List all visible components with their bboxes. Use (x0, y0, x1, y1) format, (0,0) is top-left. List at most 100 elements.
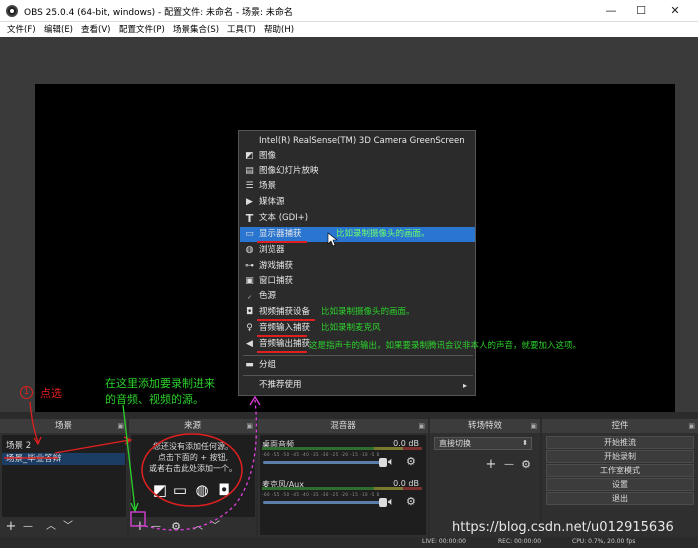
menu-item-audio-input-capture[interactable]: ♀ 音频输入捕获 比如录制麦克风 (240, 321, 475, 336)
menu-edit[interactable]: 编辑(E) (44, 23, 73, 35)
speaker-icon[interactable]: 🔈︎ (388, 495, 395, 509)
text-icon: T (245, 212, 254, 225)
menu-item-group[interactable]: ▬ 分组 (240, 358, 475, 373)
globe-icon: ◍ (195, 481, 209, 499)
menu-item-video-capture-device[interactable]: ◘ 视频捕获设备 比如录制摄像头的画面。 (240, 305, 475, 320)
controls-header: 控件 ▣ (542, 419, 698, 433)
menu-scene-collection[interactable]: 场景集合(S) (173, 23, 219, 35)
start-streaming-button[interactable]: 开始推流 (546, 436, 694, 449)
status-bar: LIVE: 00:00:00 REC: 00:00:00 CPU: 0.7%, … (0, 537, 698, 548)
transition-select[interactable]: 直接切换 ⬍ (434, 437, 532, 450)
dock-float-icon: ▣ (117, 422, 124, 430)
sources-header: 来源 ▣ (129, 419, 256, 433)
settings-button[interactable]: 设置 (546, 478, 694, 491)
scenes-list: 场景 2 场景_毕业答辩 (2, 435, 126, 517)
volume-slider[interactable] (263, 458, 387, 467)
remove-source-button[interactable]: — (149, 519, 163, 535)
spin-arrows-icon: ⬍ (522, 439, 528, 447)
move-source-up-button[interactable]: ︿ (191, 519, 205, 535)
slider-knob[interactable] (379, 498, 387, 507)
speaker-icon: ◀ (246, 339, 253, 349)
menu-item-slideshow[interactable]: ▤ 图像幻灯片放映 (240, 164, 475, 179)
microphone-icon: ♀ (246, 323, 253, 333)
transitions-header: 转场特效 ▣ (430, 419, 540, 433)
menu-file[interactable]: 文件(F) (7, 23, 36, 35)
menu-help[interactable]: 帮助(H) (264, 23, 294, 35)
sources-empty-message: 您还没有添加任何源。 点击下面的 + 按钮, 或者右击此处添加一个。 (149, 442, 237, 473)
menu-item-deprecated[interactable]: 不推荐使用 ▸ (240, 378, 475, 393)
maximize-button[interactable]: ☐ (626, 0, 656, 22)
volume-slider[interactable] (263, 498, 387, 507)
underline-display-capture (257, 241, 307, 243)
menu-item-scene[interactable]: ☰ 场景 (240, 179, 475, 194)
monitor-icon: ▭ (245, 229, 254, 239)
add-scene-button[interactable]: + (4, 519, 18, 535)
remove-transition-button[interactable]: — (502, 457, 516, 473)
window-icon: ▣ (245, 276, 254, 286)
obs-logo-icon (6, 5, 18, 17)
slideshow-icon: ▤ (245, 166, 254, 176)
source-type-icons: ◩ ▭ ◍ ◘ (149, 481, 239, 501)
speaker-icon[interactable]: 🔈︎ (388, 455, 395, 469)
camera-icon (244, 136, 255, 147)
menu-tools[interactable]: 工具(T) (227, 23, 256, 35)
menu-item-text-gdi[interactable]: T 文本 (GDI+) (240, 211, 475, 226)
gear-icon[interactable]: ⚙ (406, 455, 416, 468)
dock-float-icon: ▣ (688, 422, 695, 430)
close-button[interactable]: ✕ (660, 0, 690, 22)
menu-item-media-source[interactable]: ▶ 媒体源 (240, 195, 475, 210)
folder-icon: ▬ (245, 360, 254, 370)
move-scene-down-button[interactable]: ﹀ (61, 519, 75, 535)
menu-item-browser[interactable]: ◍ 浏览器 (240, 243, 475, 258)
watermark: https://blog.csdn.net/u012915636 (452, 520, 674, 535)
audio-output-annotation: 这是指声卡的输出，如果要录制腾讯会议非本人的声音，就要加入这项。 (309, 341, 582, 351)
start-recording-button[interactable]: 开始录制 (546, 450, 694, 463)
underline-audio-output (257, 351, 307, 353)
underline-video-device (257, 319, 315, 321)
scene-list-icon: ☰ (245, 181, 254, 191)
brush-icon: ⸝ (247, 291, 252, 301)
sources-dock: 来源 ▣ 您还没有添加任何源。 点击下面的 + 按钮, 或者右击此处添加一个。 ◩… (129, 419, 256, 537)
add-source-button[interactable]: + (133, 519, 147, 535)
rec-timer: REC: 00:00:00 (498, 538, 542, 545)
globe-icon: ◍ (245, 245, 254, 255)
menu-view[interactable]: 查看(V) (81, 23, 110, 35)
dock-area: 场景 ▣ 场景 2 场景_毕业答辩 + — ︿ ﹀ 来源 ▣ 您还没有添加任何源。 … (0, 412, 698, 537)
move-source-down-button[interactable]: ﹀ (208, 519, 222, 535)
menu-item-game-capture[interactable]: ⊶ 游戏捕获 (240, 259, 475, 274)
live-timer: LIVE: 00:00:00 (422, 538, 466, 545)
add-here-annotation-1: 在这里添加要录制进来 (105, 377, 215, 390)
menu-item-realsense[interactable]: Intel(R) RealSense(TM) 3D Camera GreenSc… (240, 134, 475, 149)
exit-button[interactable]: 退出 (546, 492, 694, 505)
source-settings-button[interactable]: ⚙ (169, 519, 183, 535)
mixer-dock: 混音器 ▣ 桌面音频 0.0 dB -60 -55 -50 -45 -40 -35… (258, 419, 428, 537)
audio-input-annotation: 比如录制麦克风 (321, 323, 381, 333)
step-label: 点选 (40, 387, 62, 400)
window-title: OBS 25.0.4 (64-bit, windows) - 配置文件: 未命名… (24, 8, 293, 18)
gear-icon[interactable]: ⚙ (406, 495, 416, 508)
add-transition-button[interactable]: + (484, 457, 498, 473)
studio-mode-button[interactable]: 工作室模式 (546, 464, 694, 477)
submenu-arrow-icon: ▸ (462, 381, 467, 390)
dock-float-icon: ▣ (246, 422, 253, 430)
meter-scale: -60 -55 -50 -45 -40 -35 -30 -25 -20 -15 … (262, 492, 380, 497)
remove-scene-button[interactable]: — (21, 519, 35, 535)
move-scene-up-button[interactable]: ︿ (44, 519, 58, 535)
sources-list[interactable]: 您还没有添加任何源。 点击下面的 + 按钮, 或者右击此处添加一个。 ◩ ▭ ◍… (131, 435, 255, 517)
menu-item-image[interactable]: ◩ 图像 (240, 149, 475, 164)
menu-item-display-capture[interactable]: ▭ 显示器捕获 比如录制摄像头的画面。 (240, 227, 475, 242)
monitor-annotation: 比如录制摄像头的画面。 (336, 229, 430, 239)
minimize-button[interactable]: — (596, 0, 626, 22)
menu-separator (243, 375, 473, 376)
slider-knob[interactable] (379, 458, 387, 467)
menu-item-window-capture[interactable]: ▣ 窗口捕获 (240, 274, 475, 289)
scene-item[interactable]: 场景 2 (2, 440, 125, 452)
scene-item-selected[interactable]: 场景_毕业答辩 (2, 453, 125, 465)
gamepad-icon: ⊶ (245, 261, 254, 271)
mixer-header: 混音器 ▣ (258, 419, 428, 433)
volume-meter (262, 487, 422, 490)
menu-item-color-source[interactable]: ⸝ 色源 (240, 289, 475, 304)
transition-settings-button[interactable]: ⚙ (519, 457, 533, 473)
step-number-badge: 1 (20, 386, 33, 399)
menu-profile[interactable]: 配置文件(P) (119, 23, 165, 35)
